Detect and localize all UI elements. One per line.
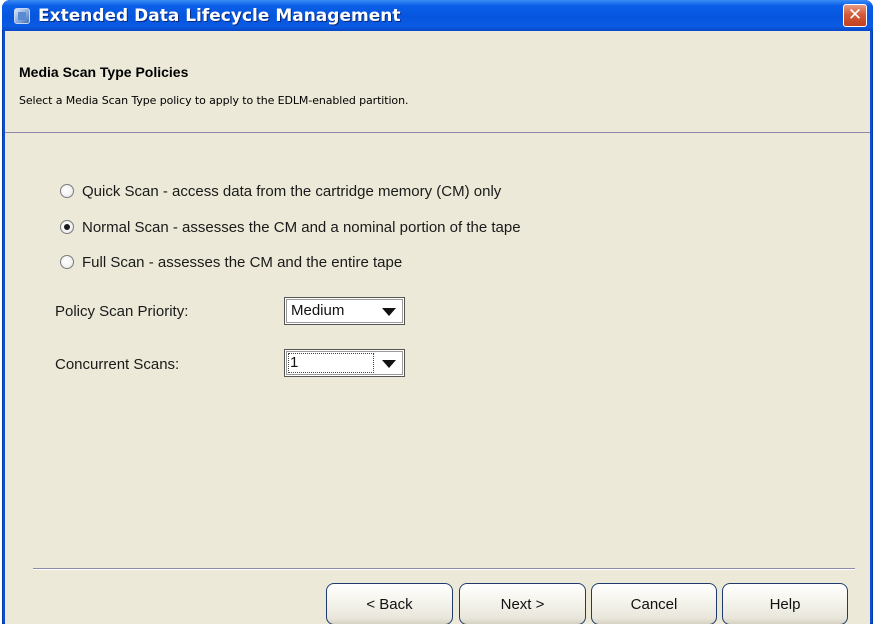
priority-label: Policy Scan Priority: <box>55 303 189 320</box>
title-bar[interactable]: Extended Data Lifecycle Management ✕ <box>2 0 873 31</box>
radio-button[interactable] <box>60 184 74 198</box>
radio-full-scan[interactable]: Full Scan - assesses the CM and the enti… <box>60 252 402 272</box>
dialog-content: Media Scan Type Policies Select a Media … <box>5 31 870 624</box>
chevron-down-icon <box>382 308 396 316</box>
radio-label: Quick Scan - access data from the cartri… <box>82 182 502 200</box>
concurrent-scans-label: Concurrent Scans: <box>55 356 180 373</box>
footer-divider <box>33 568 855 570</box>
radio-label: Normal Scan - assesses the CM and a nomi… <box>82 218 521 236</box>
dialog-window: Extended Data Lifecycle Management ✕ Med… <box>2 0 873 624</box>
focus-indicator <box>288 353 374 373</box>
radio-quick-scan[interactable]: Quick Scan - access data from the cartri… <box>60 181 501 201</box>
priority-value: Medium <box>291 302 345 319</box>
page-description: Select a Media Scan Type policy to apply… <box>19 94 409 107</box>
next-button[interactable]: Next > <box>459 583 586 624</box>
priority-select[interactable]: Medium <box>284 297 405 325</box>
back-button[interactable]: < Back <box>326 583 453 624</box>
cancel-button[interactable]: Cancel <box>591 583 717 624</box>
radio-button[interactable] <box>60 255 74 269</box>
page-title: Media Scan Type Policies <box>19 64 189 80</box>
concurrent-scans-select[interactable]: 1 <box>284 349 405 377</box>
radio-button-selected[interactable] <box>60 220 74 234</box>
help-button[interactable]: Help <box>722 583 848 624</box>
header-divider <box>5 132 870 133</box>
window-title: Extended Data Lifecycle Management <box>38 6 401 26</box>
chevron-down-icon <box>382 360 396 368</box>
concurrent-scans-value: 1 <box>290 354 299 371</box>
close-icon: ✕ <box>847 5 863 25</box>
close-button[interactable]: ✕ <box>843 4 867 27</box>
app-icon <box>14 8 30 24</box>
radio-label: Full Scan - assesses the CM and the enti… <box>82 253 403 271</box>
radio-normal-scan[interactable]: Normal Scan - assesses the CM and a nomi… <box>60 217 521 237</box>
